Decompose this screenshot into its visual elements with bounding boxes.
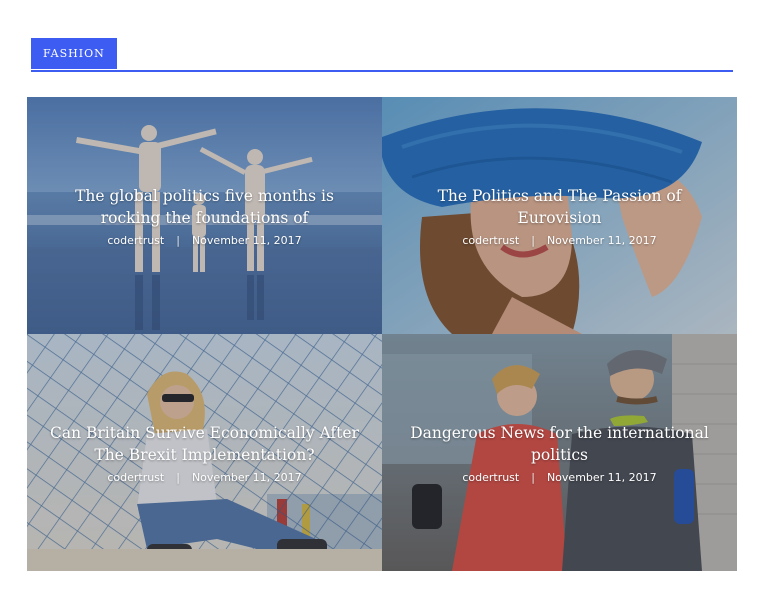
- post-card[interactable]: The global politics five months is rocki…: [27, 97, 382, 334]
- section-tag[interactable]: FASHION: [31, 38, 117, 69]
- post-author[interactable]: codertrust: [107, 471, 164, 484]
- post-date[interactable]: November 11, 2017: [547, 234, 657, 247]
- meta-separator: |: [531, 233, 535, 247]
- post-meta: codertrust | November 11, 2017: [462, 234, 656, 247]
- post-title[interactable]: The global politics five months is rocki…: [49, 185, 360, 229]
- post-author[interactable]: codertrust: [107, 234, 164, 247]
- post-date[interactable]: November 11, 2017: [192, 471, 302, 484]
- post-card[interactable]: The Politics and The Passion of Eurovisi…: [382, 97, 737, 334]
- meta-separator: |: [176, 233, 180, 247]
- post-meta: codertrust | November 11, 2017: [107, 234, 301, 247]
- post-title[interactable]: The Politics and The Passion of Eurovisi…: [404, 185, 715, 229]
- post-content: The Politics and The Passion of Eurovisi…: [382, 97, 737, 334]
- post-date[interactable]: November 11, 2017: [547, 471, 657, 484]
- post-content: The global politics five months is rocki…: [27, 97, 382, 334]
- post-author[interactable]: codertrust: [462, 471, 519, 484]
- post-date[interactable]: November 11, 2017: [192, 234, 302, 247]
- post-content: Dangerous News for the international pol…: [382, 334, 737, 571]
- post-card[interactable]: Dangerous News for the international pol…: [382, 334, 737, 571]
- post-meta: codertrust | November 11, 2017: [107, 471, 301, 484]
- meta-separator: |: [176, 470, 180, 484]
- post-grid: The global politics five months is rocki…: [27, 97, 737, 571]
- meta-separator: |: [531, 470, 535, 484]
- post-meta: codertrust | November 11, 2017: [462, 471, 656, 484]
- post-title[interactable]: Dangerous News for the international pol…: [404, 422, 715, 466]
- post-content: Can Britain Survive Economically After T…: [27, 334, 382, 571]
- section-header: FASHION: [31, 38, 733, 72]
- post-card[interactable]: Can Britain Survive Economically After T…: [27, 334, 382, 571]
- post-author[interactable]: codertrust: [462, 234, 519, 247]
- post-title[interactable]: Can Britain Survive Economically After T…: [49, 422, 360, 466]
